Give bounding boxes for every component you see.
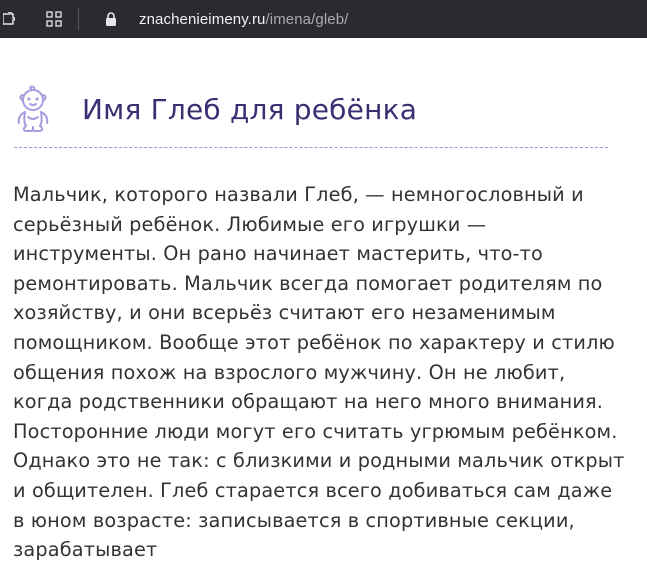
- extension-icon[interactable]: [0, 0, 18, 38]
- lock-icon[interactable]: [101, 0, 121, 38]
- browser-toolbar: znachenieimeny.ru/imena/gleb/: [0, 0, 647, 38]
- baby-icon: [17, 85, 49, 133]
- title-row: Имя Глеб для ребёнка: [14, 74, 417, 145]
- apps-grid-icon[interactable]: [36, 0, 72, 38]
- toolbar-divider: [78, 8, 79, 30]
- url-host: znachenieimeny.ru: [139, 10, 266, 28]
- article-paragraph: Мальчик, которого назвали Глеб, — немног…: [13, 183, 625, 562]
- page-content: Имя Глеб для ребёнка Мальчик, которого н…: [0, 38, 647, 562]
- page-title: Имя Глеб для ребёнка: [82, 92, 418, 126]
- url-path: /imena/gleb/: [265, 10, 349, 28]
- address-bar[interactable]: znachenieimeny.ru/imena/gleb/: [139, 11, 348, 28]
- title-divider: [14, 147, 608, 148]
